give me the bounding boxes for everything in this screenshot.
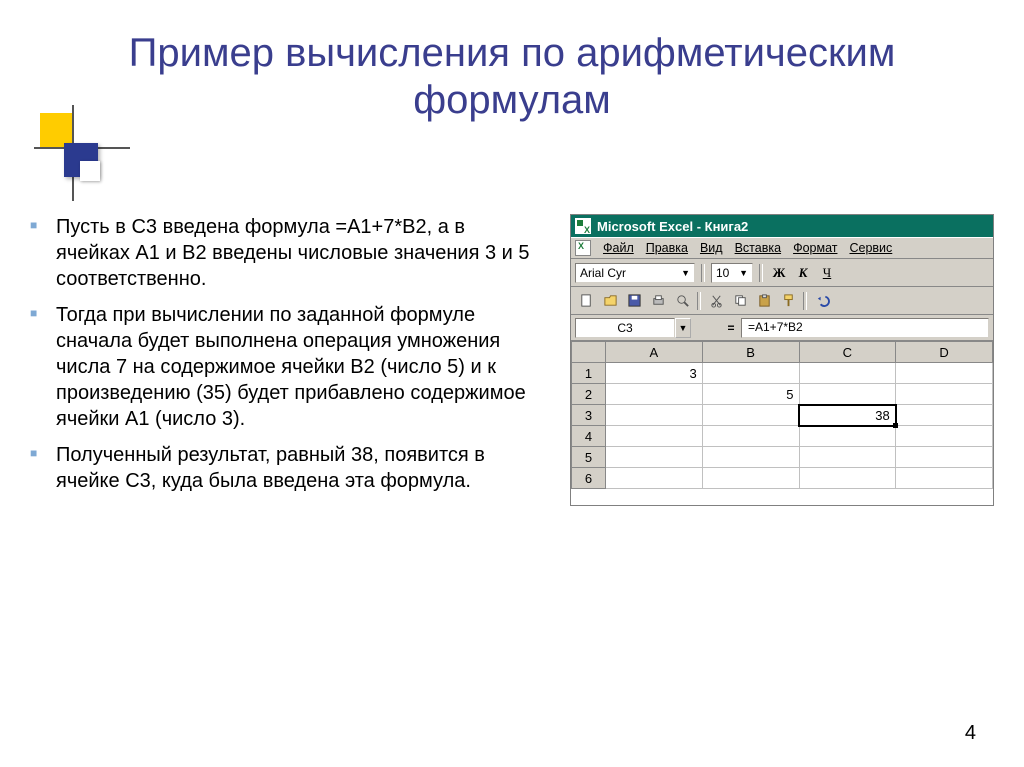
cell-d3[interactable] [896, 405, 993, 426]
menu-file[interactable]: Файл [603, 241, 634, 255]
save-button[interactable] [623, 290, 645, 311]
bullet-item: Тогда при вычислении по заданной формуле… [30, 302, 540, 432]
paste-button[interactable] [753, 290, 775, 311]
separator [803, 292, 807, 310]
undo-button[interactable] [811, 290, 833, 311]
cell-c2[interactable] [799, 384, 896, 405]
cell-c1[interactable] [799, 363, 896, 384]
menu-view[interactable]: Вид [700, 241, 723, 255]
cell-b6[interactable] [702, 468, 799, 489]
cell-b3[interactable] [702, 405, 799, 426]
col-header-d[interactable]: D [896, 342, 993, 363]
cell-d1[interactable] [896, 363, 993, 384]
separator [701, 264, 705, 282]
menu-edit[interactable]: Правка [646, 241, 688, 255]
cell-d6[interactable] [896, 468, 993, 489]
cell-d4[interactable] [896, 426, 993, 447]
cell-b1[interactable] [702, 363, 799, 384]
format-toolbar: Arial Cyr ▼ 10 ▼ Ж К Ч [571, 259, 993, 287]
col-header-a[interactable]: A [606, 342, 703, 363]
new-button[interactable] [575, 290, 597, 311]
select-all-corner[interactable] [572, 342, 606, 363]
cell-a5[interactable] [606, 447, 703, 468]
col-header-b[interactable]: B [702, 342, 799, 363]
dropdown-icon: ▼ [681, 268, 690, 278]
row-header-1[interactable]: 1 [572, 363, 606, 384]
cell-d5[interactable] [896, 447, 993, 468]
menu-tools[interactable]: Сервис [849, 241, 892, 255]
bold-button[interactable]: Ж [769, 264, 789, 282]
menu-insert[interactable]: Вставка [735, 241, 781, 255]
row-header-2[interactable]: 2 [572, 384, 606, 405]
name-box-dropdown[interactable]: ▼ [675, 318, 691, 338]
cell-c6[interactable] [799, 468, 896, 489]
print-button[interactable] [647, 290, 669, 311]
row-header-5[interactable]: 5 [572, 447, 606, 468]
titlebar: Microsoft Excel - Книга2 [571, 215, 993, 237]
cell-a6[interactable] [606, 468, 703, 489]
document-icon [575, 240, 591, 256]
col-header-c[interactable]: C [799, 342, 896, 363]
name-box[interactable]: C3 [575, 318, 675, 338]
cell-c5[interactable] [799, 447, 896, 468]
page-number: 4 [965, 722, 976, 745]
separator [697, 292, 701, 310]
underline-button[interactable]: Ч [817, 264, 837, 282]
cell-c3[interactable]: 38 [799, 405, 896, 426]
cell-a2[interactable] [606, 384, 703, 405]
cell-a3[interactable] [606, 405, 703, 426]
copy-button[interactable] [729, 290, 751, 311]
cell-a1[interactable]: 3 [606, 363, 703, 384]
cut-button[interactable] [705, 290, 727, 311]
equals-label: = [721, 321, 741, 335]
slide-title: Пример вычисления по арифметическим форм… [70, 30, 954, 124]
separator [759, 264, 763, 282]
dropdown-icon: ▼ [739, 268, 748, 278]
cell-c4[interactable] [799, 426, 896, 447]
row-header-3[interactable]: 3 [572, 405, 606, 426]
bullet-list: Пусть в С3 введена формула =А1+7*В2, а в… [30, 214, 540, 506]
cell-d2[interactable] [896, 384, 993, 405]
worksheet: A B C D 1 3 2 5 [571, 341, 993, 489]
font-name-select[interactable]: Arial Cyr ▼ [575, 263, 695, 283]
cell-b4[interactable] [702, 426, 799, 447]
bullet-item: Пусть в С3 введена формула =А1+7*В2, а в… [30, 214, 540, 292]
preview-button[interactable] [671, 290, 693, 311]
excel-app-icon [575, 218, 591, 234]
open-button[interactable] [599, 290, 621, 311]
format-painter-button[interactable] [777, 290, 799, 311]
font-size-select[interactable]: 10 ▼ [711, 263, 753, 283]
formula-input[interactable]: =A1+7*B2 [741, 318, 989, 338]
standard-toolbar [571, 287, 993, 315]
font-size-value: 10 [716, 266, 729, 280]
cell-a4[interactable] [606, 426, 703, 447]
formula-bar: C3 ▼ = =A1+7*B2 [571, 315, 993, 341]
bullet-item: Полученный результат, равный 38, появитс… [30, 442, 540, 494]
row-header-4[interactable]: 4 [572, 426, 606, 447]
menu-format[interactable]: Формат [793, 241, 837, 255]
cell-b5[interactable] [702, 447, 799, 468]
titlebar-text: Microsoft Excel - Книга2 [597, 219, 748, 234]
menu-bar: Файл Правка Вид Вставка Формат Сервис [571, 237, 993, 259]
row-header-6[interactable]: 6 [572, 468, 606, 489]
italic-button[interactable]: К [793, 264, 813, 282]
font-name-value: Arial Cyr [580, 266, 626, 280]
excel-screenshot: Microsoft Excel - Книга2 Файл Правка Вид… [570, 214, 994, 506]
cell-b2[interactable]: 5 [702, 384, 799, 405]
